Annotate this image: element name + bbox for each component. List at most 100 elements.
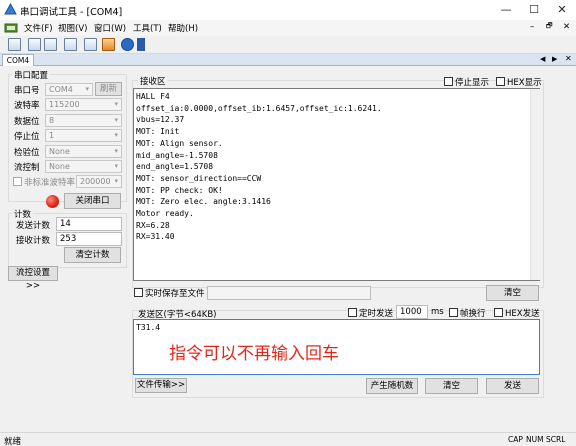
pause-display-checkbox[interactable] xyxy=(444,77,453,86)
save-path-field[interactable] xyxy=(207,286,371,300)
port-select[interactable]: COM4 ▾ xyxy=(45,83,93,96)
num-indicator: NUM xyxy=(526,435,544,444)
flow-select[interactable]: None ▾ xyxy=(45,160,122,173)
tool-icon[interactable] xyxy=(102,38,115,51)
flow-label: 流控制 xyxy=(14,163,40,173)
send-count-field: 14 xyxy=(56,217,122,231)
recv-count-label: 接收计数 xyxy=(16,236,51,246)
hex-send-checkbox[interactable] xyxy=(494,308,503,317)
port-value: COM4 xyxy=(49,85,73,94)
mdi-restore-button[interactable]: 🗗 xyxy=(546,22,553,33)
parity-select[interactable]: None ▾ xyxy=(45,145,122,158)
nonstd-baud-label: 非标准波特率 xyxy=(24,178,76,188)
maximize-button[interactable]: ☐ xyxy=(520,0,548,20)
save-to-file-checkbox[interactable] xyxy=(134,288,143,297)
nonstd-baud-checkbox[interactable] xyxy=(13,177,22,186)
hex-display-checkbox[interactable] xyxy=(496,77,505,86)
layout-icon[interactable] xyxy=(28,38,41,51)
receive-title: 接收区 xyxy=(138,75,168,87)
status-bar: 就绪 CAP NUM SCRL xyxy=(0,432,576,446)
send-annotation-text: 指令可以不再输入回车 xyxy=(169,344,339,364)
hex-send-label: HEX发送 xyxy=(505,309,540,319)
app-icon xyxy=(4,3,17,15)
menu-help[interactable]: 帮助(H) xyxy=(168,22,198,34)
flow-value: None xyxy=(49,162,70,171)
main-panel: 串口配置 串口号 COM4 ▾ 刷新 波特率 115200 ▾ 数据位 8 ▾ 停止位… xyxy=(0,66,576,432)
save-to-file-label: 实时保存至文件 xyxy=(145,289,205,299)
doc-icon[interactable] xyxy=(64,38,77,51)
timer-interval-field[interactable]: 1000 xyxy=(396,305,428,319)
refresh-button[interactable]: 刷新 xyxy=(95,82,122,96)
toolbar xyxy=(0,36,576,54)
serial-icon xyxy=(4,23,18,33)
nonstd-baud-select[interactable]: 200000 ▾ xyxy=(76,175,122,188)
help-icon[interactable] xyxy=(121,38,134,51)
stopbits-value: 1 xyxy=(49,131,55,140)
scrl-indicator: SCRL xyxy=(546,435,566,444)
menu-view[interactable]: 视图(V) xyxy=(58,22,87,34)
stopbits-select[interactable]: 1 ▾ xyxy=(45,129,122,142)
pause-display-label: 停止显示 xyxy=(455,78,490,88)
baud-value: 115200 xyxy=(49,100,80,109)
port-status-indicator xyxy=(46,195,59,208)
newline-label: 帧换行 xyxy=(460,309,486,319)
menu-file[interactable]: 文件(F) xyxy=(24,22,53,34)
hex-display-label: HEX显示 xyxy=(507,78,542,88)
databits-label: 数据位 xyxy=(14,117,40,127)
chevron-down-icon: ▾ xyxy=(114,100,118,108)
window-title: 串口调试工具 - [COM4] xyxy=(20,7,123,18)
chevron-down-icon: ▾ xyxy=(114,116,118,124)
menu-tools[interactable]: 工具(T) xyxy=(133,22,162,34)
timer-send-label: 定时发送 xyxy=(359,309,394,319)
parity-value: None xyxy=(49,147,70,156)
recv-count-field: 253 xyxy=(56,232,122,246)
mdi-close-button[interactable]: ✕ xyxy=(563,22,570,32)
status-text: 就绪 xyxy=(4,437,22,446)
receive-textarea[interactable]: HALL F4 offset_ia:0.0000,offset_ib:1.645… xyxy=(133,88,540,281)
tab-scroll-right-icon[interactable]: ▶ xyxy=(552,55,557,63)
nonstd-baud-value: 200000 xyxy=(80,177,111,186)
baud-label: 波特率 xyxy=(14,101,40,111)
send-annotation: 指令可以不再输入回车 xyxy=(169,339,339,364)
close-port-button[interactable]: 关闭串口 xyxy=(64,193,121,209)
menu-window[interactable]: 窗口(W) xyxy=(94,22,126,34)
clear-send-button[interactable]: 清空 xyxy=(425,378,478,394)
chevron-down-icon: ▾ xyxy=(114,162,118,170)
port-label: 串口号 xyxy=(14,86,40,96)
timer-unit: ms xyxy=(431,307,444,317)
databits-value: 8 xyxy=(49,116,55,125)
chevron-down-icon: ▾ xyxy=(114,131,118,139)
mdi-minimize-button[interactable]: – xyxy=(530,22,534,32)
chevron-down-icon: ▾ xyxy=(114,177,118,185)
clear-count-button[interactable]: 清空计数 xyxy=(64,247,121,263)
toolbar-overflow-icon[interactable] xyxy=(137,38,145,51)
document-tabbar: COM4 ◀ ▶ ✕ xyxy=(0,54,576,66)
tab-close-icon[interactable]: ✕ xyxy=(565,54,572,63)
clear-receive-button[interactable]: 清空 xyxy=(486,285,539,301)
random-number-button[interactable]: 产生随机数 xyxy=(366,378,418,394)
send-button[interactable]: 发送 xyxy=(486,378,539,394)
flow-settings-button[interactable]: 流控设置>> xyxy=(8,266,58,291)
parity-label: 检验位 xyxy=(14,148,40,158)
timer-send-checkbox[interactable] xyxy=(348,308,357,317)
serial-config-title: 串口配置 xyxy=(12,69,51,81)
title-bar: 串口调试工具 - [COM4] — ☐ ✕ xyxy=(0,0,576,20)
cap-indicator: CAP xyxy=(508,435,523,444)
databits-select[interactable]: 8 ▾ xyxy=(45,114,122,127)
stopbits-label: 停止位 xyxy=(14,132,40,142)
tab-com4[interactable]: COM4 xyxy=(2,54,34,66)
chevron-down-icon: ▾ xyxy=(114,147,118,155)
window-icon[interactable] xyxy=(44,38,57,51)
minimize-button[interactable]: — xyxy=(492,0,520,20)
newline-checkbox[interactable] xyxy=(449,308,458,317)
receive-scrollbar[interactable] xyxy=(530,89,540,280)
save-icon[interactable] xyxy=(8,38,21,51)
chevron-down-icon: ▾ xyxy=(85,85,89,93)
menu-bar: 文件(F) 视图(V) 窗口(W) 工具(T) 帮助(H) – 🗗 ✕ xyxy=(0,20,576,36)
image-icon[interactable] xyxy=(84,38,97,51)
tab-scroll-left-icon[interactable]: ◀ xyxy=(540,55,545,63)
file-transfer-button[interactable]: 文件传输>> xyxy=(135,378,187,393)
send-count-label: 发送计数 xyxy=(16,221,51,231)
close-button[interactable]: ✕ xyxy=(548,0,576,20)
baud-select[interactable]: 115200 ▾ xyxy=(45,98,122,111)
